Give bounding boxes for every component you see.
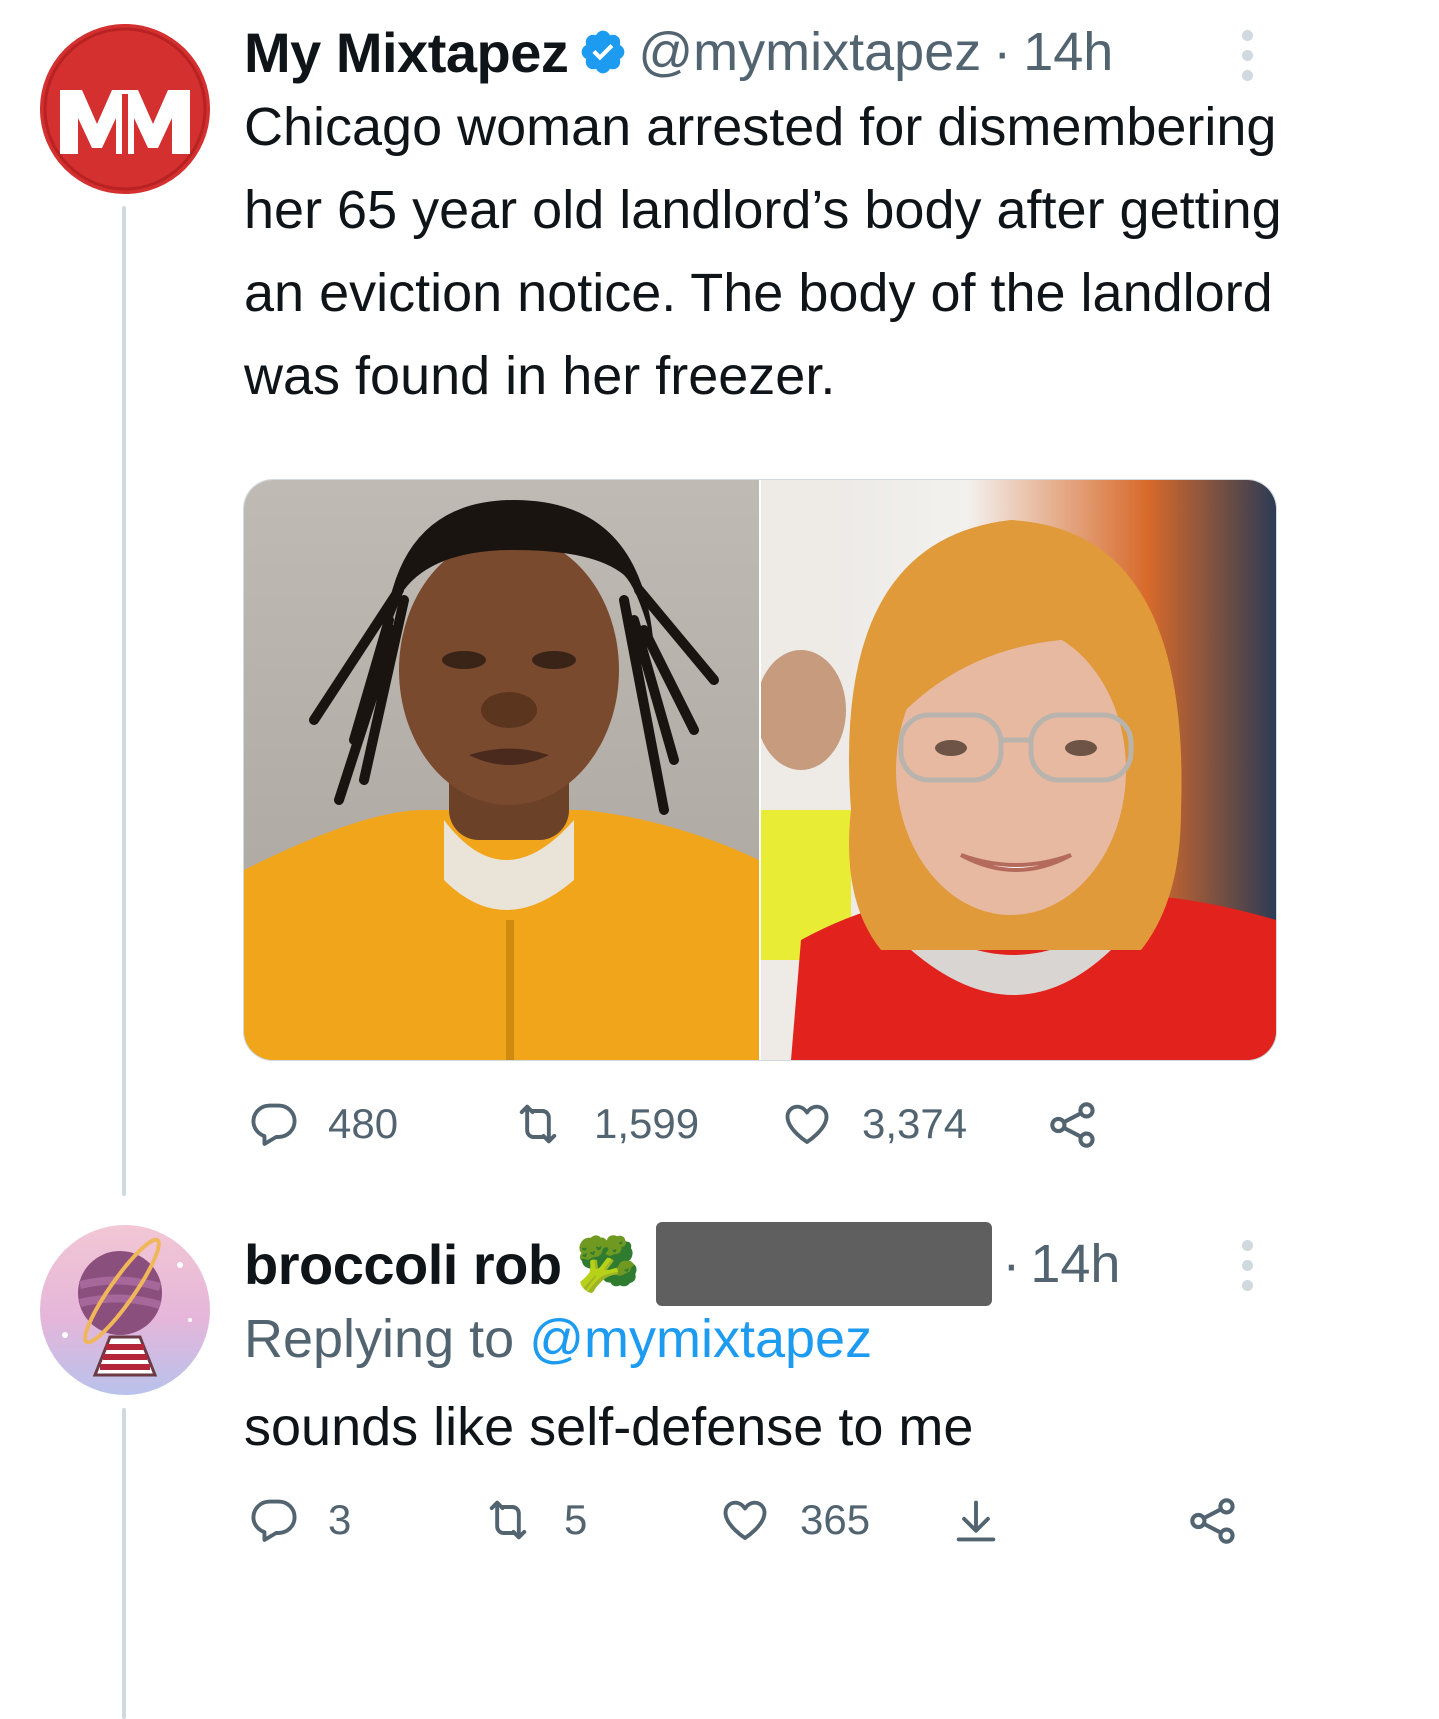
retweet-button[interactable]: 1,599 — [510, 1098, 699, 1150]
share-button[interactable] — [1186, 1494, 1268, 1548]
reply-button[interactable]: 3 — [248, 1494, 351, 1546]
reply-text: sounds like self-defense to me — [244, 1397, 974, 1457]
share-button[interactable] — [1046, 1098, 1128, 1152]
more-options-icon[interactable] — [1236, 1240, 1258, 1300]
separator: · — [993, 22, 1012, 82]
planet-avatar-icon — [62, 1237, 192, 1377]
share-icon — [1190, 1498, 1235, 1544]
more-options-icon[interactable] — [1236, 30, 1258, 90]
retweet-button[interactable]: 5 — [480, 1494, 587, 1546]
replying-to: Replying to @mymixtapez — [244, 1308, 872, 1370]
like-count: 3,374 — [862, 1100, 968, 1147]
broccoli-rob-avatar[interactable] — [40, 1225, 210, 1395]
thread-line — [122, 1408, 126, 1719]
retweet-count: 1,599 — [594, 1100, 700, 1147]
retweet-icon — [489, 1500, 527, 1540]
timestamp[interactable]: 14h — [1030, 1233, 1120, 1295]
heart-icon — [723, 1500, 767, 1540]
display-name[interactable]: My Mixtapez — [244, 20, 569, 85]
replying-prefix: Replying to — [244, 1309, 515, 1369]
display-name[interactable]: broccoli rob — [244, 1232, 562, 1297]
reply-icon — [251, 1103, 297, 1146]
download-button[interactable] — [950, 1494, 1030, 1548]
like-count: 365 — [800, 1496, 871, 1543]
broccoli-emoji: 🥦 — [575, 1235, 641, 1294]
timestamp[interactable]: 14h — [1023, 21, 1113, 83]
handle[interactable]: @mymixtapez — [638, 21, 981, 83]
replying-handle-link[interactable]: @mymixtapez — [529, 1309, 872, 1369]
reply-header: broccoli rob 🥦 · 14h — [244, 1222, 1120, 1306]
download-icon — [956, 1500, 996, 1542]
tweet-header: My Mixtapez @mymixtapez · 14h — [244, 14, 1113, 90]
tweet-media[interactable] — [243, 479, 1277, 1061]
mugshot-photo — [244, 480, 759, 1060]
verified-badge-icon — [578, 27, 628, 77]
reply-count: 480 — [328, 1100, 399, 1147]
mymixtapez-avatar[interactable] — [40, 24, 210, 194]
redacted-handle — [656, 1222, 993, 1306]
reply-button[interactable]: 480 — [248, 1098, 398, 1150]
like-button[interactable]: 3,374 — [780, 1098, 967, 1150]
heart-icon — [785, 1104, 829, 1144]
retweet-count: 5 — [564, 1496, 588, 1543]
reply-count: 3 — [328, 1496, 352, 1543]
reply-icon — [251, 1499, 297, 1542]
separator: · — [1002, 1234, 1021, 1294]
tweet-text: Chicago woman arrested for dismembering … — [244, 97, 1282, 406]
like-button[interactable]: 365 — [718, 1494, 870, 1546]
retweet-icon — [519, 1104, 557, 1144]
share-icon — [1050, 1102, 1095, 1148]
thread-line — [122, 206, 126, 1196]
landlord-photo — [756, 480, 1276, 1060]
mm-logo-icon — [40, 24, 210, 194]
